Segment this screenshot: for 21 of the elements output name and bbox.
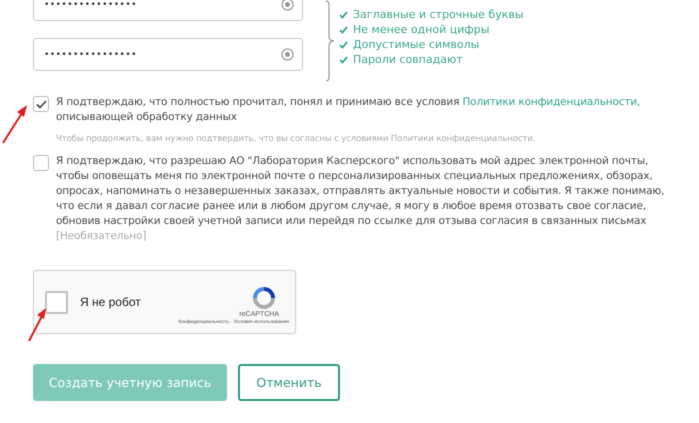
cancel-button[interactable]: Отменить [238,364,340,401]
recaptcha-logo-icon [251,286,277,310]
requirement-label: Заглавные и строчные буквы [353,8,524,21]
requirement-label: Допустимые символы [353,38,480,51]
requirement-label: Пароли совпадают [353,53,463,66]
privacy-policy-link[interactable]: Политики конфиденциальности, [462,96,640,108]
checkbox[interactable] [33,155,49,171]
checkbox[interactable] [33,96,49,112]
captcha-checkbox[interactable] [45,290,68,314]
password-field[interactable]: •••••••••••••••• [33,38,303,71]
requirement-label: Не менее одной цифры [353,23,490,36]
password-field[interactable]: •••••••••••••••• [33,0,303,21]
consent-text: Я подтверждаю, что полностью прочитал, понял и принимаю все условия Политики конфиденциальности, описывающей обработку данных [56,95,642,125]
annotation-arrow [2,105,27,144]
brace-icon [323,0,335,82]
annotation-arrow [28,308,46,342]
create-account-button[interactable]: Создать учетную запись [33,364,227,401]
hint-text: Чтобы продолжить, вам нужно подтвердить, что вы согласны с условиями Политики конфиденциальности. [56,134,536,144]
check-icon [36,100,46,108]
consent-text: Я подтверждаю, что разрешаю АО "Лаборатория Касперского" использовать мой адрес электронной почты, чтобы оповещать меня по электронной почте о персонализированных специальных предложениях, обзорах, опросах, напоминать о незавершенных заказах, отправлять актуальные новости и события. Я также понимаю, что если я давал согласие ранее или в любом другом случае, я могу в любое время отозвать свое согласие, обновив настройки своей учетной записи или перейдя по ссылке для отзыва согласия в связанных письмах [Необязательно] [56,154,666,244]
captcha-label: Я не робот [80,295,142,309]
